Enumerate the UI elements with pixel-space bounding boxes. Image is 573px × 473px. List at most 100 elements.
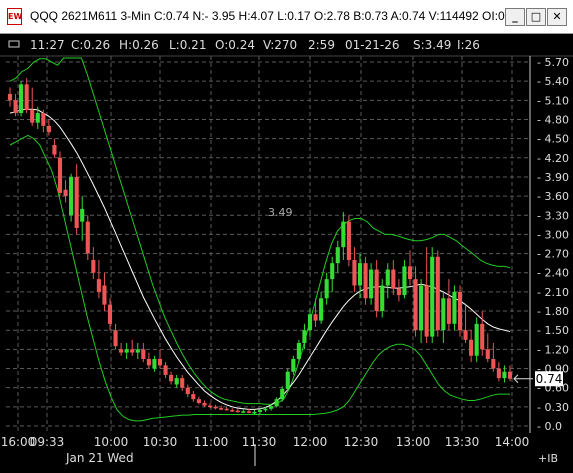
x-tick-label: 11:00 <box>194 435 229 449</box>
x-tick-label: 13:00 <box>396 435 431 449</box>
y-tick-label: - 2.10 <box>537 286 569 299</box>
candle-body <box>485 349 490 359</box>
x-tick-label: 10:00 <box>94 435 129 449</box>
candle-body <box>130 349 135 353</box>
y-tick-label: - 3.30 <box>537 209 569 222</box>
candle-body <box>330 263 335 280</box>
candle-body <box>252 411 257 414</box>
candle-body <box>346 221 351 260</box>
info-strike: S:3.49 <box>413 38 451 52</box>
candle-body <box>74 176 79 229</box>
candle-body <box>213 406 218 409</box>
candle-body <box>185 387 190 395</box>
candle-body <box>357 263 363 286</box>
price-chart[interactable]: 11:27 C:0.26 H:0.26 L:0.21 O:0.24 V:270 … <box>0 34 573 473</box>
candle-body <box>113 330 118 347</box>
candle-body <box>224 408 229 411</box>
maximize-button[interactable]: □ <box>526 8 546 26</box>
candle-body <box>169 374 174 382</box>
candle-body <box>257 410 263 412</box>
candle-body <box>196 399 201 404</box>
candle-body <box>96 279 101 292</box>
candle-body <box>24 84 29 110</box>
candle-body <box>146 358 151 366</box>
close-button[interactable]: ✕ <box>547 8 567 26</box>
candle-body <box>41 113 46 126</box>
candle-body <box>124 349 129 353</box>
candle-body <box>235 410 240 413</box>
x-tick-label: 13:30 <box>445 435 480 449</box>
candle-body <box>102 285 107 305</box>
y-tick-label: - 5.10 <box>537 94 569 107</box>
candle-body <box>402 266 407 296</box>
candle-body <box>191 394 196 400</box>
y-tick-label: - 4.80 <box>537 113 569 126</box>
candle-body <box>324 279 329 299</box>
y-tick-label: - 5.70 <box>537 56 569 69</box>
candle-body <box>152 358 157 369</box>
info-close: C:0.26 <box>71 38 110 52</box>
y-tick-label: - 5.40 <box>537 75 569 88</box>
y-tick-label: - 0.0 <box>537 420 562 433</box>
y-tick-label: - 2.40 <box>537 267 569 280</box>
y-tick-label: - 3.60 <box>537 190 569 203</box>
candle-body <box>135 349 140 353</box>
candle-body <box>369 269 374 299</box>
candle-body <box>246 411 251 413</box>
last-price-label: 0.74 <box>536 372 563 386</box>
candle-body <box>496 368 501 379</box>
candle-body <box>457 291 463 331</box>
info-low: L:0.21 <box>169 38 206 52</box>
y-tick-label: - 3.90 <box>537 171 569 184</box>
candle-body <box>291 358 296 372</box>
candle-body <box>57 157 63 193</box>
y-tick-label: - 2.70 <box>537 248 569 261</box>
candle-body <box>341 221 346 248</box>
candle-body <box>430 256 435 337</box>
strike-annotation: 3.49 <box>268 206 293 219</box>
ib-tag: +IB <box>538 452 558 465</box>
candle-body <box>85 221 90 254</box>
candle-body <box>163 365 168 375</box>
candle-body <box>374 269 379 312</box>
info-high: H:0.26 <box>119 38 159 52</box>
candle-body <box>280 388 285 400</box>
candle-body <box>424 285 429 337</box>
y-tick-label: - 1.50 <box>537 324 569 337</box>
candle-body <box>491 358 496 369</box>
candle-body <box>446 298 451 324</box>
candle-body <box>180 378 185 388</box>
y-tick-label: - 1.80 <box>537 305 569 318</box>
info-volume: V:270 <box>263 38 297 52</box>
y-tick-label: - 3.00 <box>537 228 569 241</box>
candle-body <box>435 256 440 331</box>
candle-body <box>80 208 85 222</box>
candle-body <box>302 330 307 343</box>
candle-body <box>469 339 474 356</box>
candle-body <box>441 298 446 331</box>
candle-body <box>296 342 301 359</box>
candle-body <box>313 314 318 321</box>
candle-body <box>335 247 340 264</box>
minimize-button[interactable]: _ <box>505 8 525 26</box>
x-tick-label: 10:30 <box>143 435 178 449</box>
info-date: 01-21-26 <box>345 38 399 52</box>
x-tick-label: 14:00 <box>495 435 530 449</box>
candle-body <box>119 349 124 353</box>
candle-body <box>413 279 418 331</box>
candle-body <box>274 399 279 407</box>
candle-body <box>396 288 401 296</box>
candle-body <box>157 358 163 366</box>
candle-body <box>13 100 18 114</box>
y-tick-label: - 1.20 <box>537 343 569 356</box>
candle-body <box>319 298 324 321</box>
candle-body <box>463 330 468 340</box>
app-logo-icon[interactable]: EW <box>7 8 22 25</box>
candle-body <box>202 403 207 406</box>
x-tick-label: 12:00 <box>293 435 328 449</box>
candle-body <box>285 371 290 389</box>
x-tick-label: 11:30 <box>242 435 277 449</box>
info-open: O:0.24 <box>215 38 255 52</box>
candle-body <box>407 266 413 280</box>
candle-body <box>307 314 313 331</box>
